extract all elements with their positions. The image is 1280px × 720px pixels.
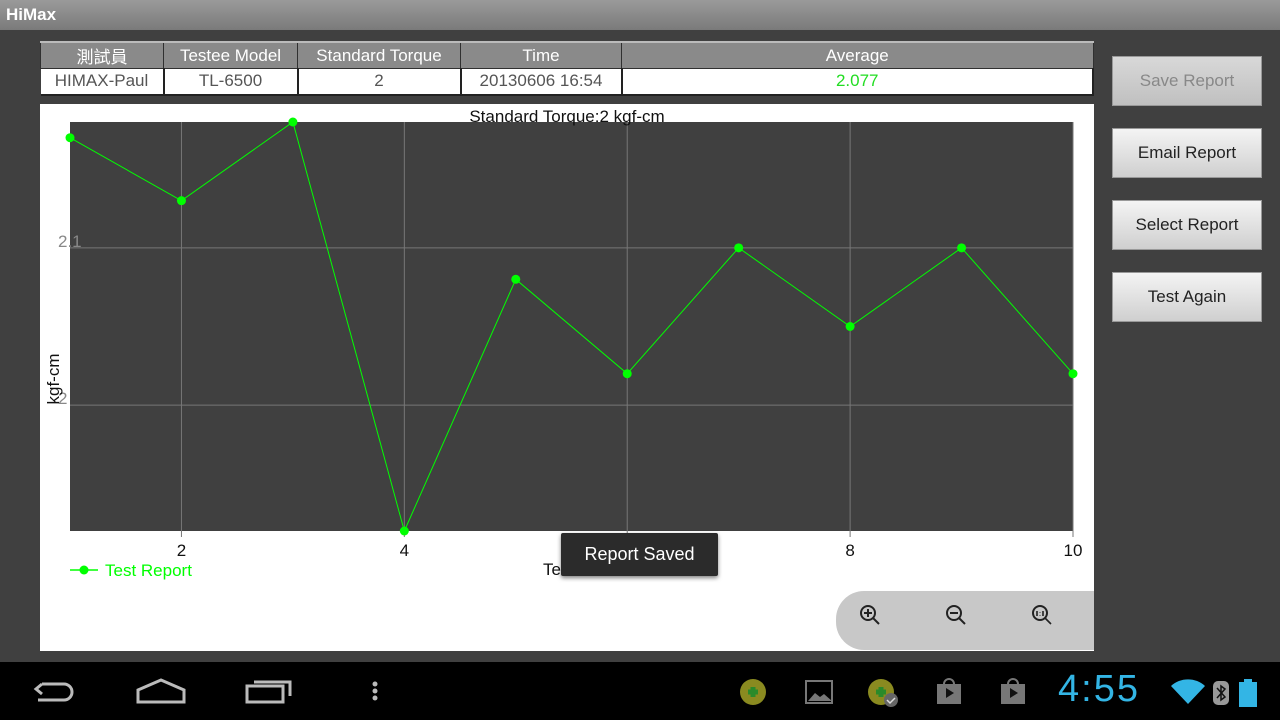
header-model: Testee Model [163, 41, 298, 69]
data-point [65, 133, 75, 143]
data-point [1068, 369, 1078, 379]
zoom-out-icon[interactable] [944, 603, 968, 627]
header-time: Time [460, 41, 622, 69]
data-point [622, 369, 632, 379]
home-icon[interactable] [135, 676, 187, 706]
data-point [957, 243, 967, 253]
data-point [399, 526, 409, 536]
x-axis-label: Te [543, 560, 561, 579]
data-point [511, 274, 521, 284]
email-report-button[interactable]: Email Report [1112, 128, 1262, 178]
data-point [176, 196, 186, 206]
y-axis-label: kgf-cm [44, 354, 63, 405]
cell-tester: HIMAX-Paul [40, 68, 165, 96]
data-point [845, 322, 855, 331]
zoom-controls [836, 591, 1094, 650]
cell-average: 2.077 [621, 68, 1094, 96]
y-tick-label: 2.1 [58, 232, 82, 251]
legend-marker [79, 565, 89, 575]
header-torque: Standard Torque [297, 41, 461, 69]
x-tick-label: 4 [400, 541, 409, 560]
zoom-reset-icon[interactable] [1030, 603, 1054, 627]
report-info-table: 測試員 Testee Model Standard Torque Time Av… [40, 41, 1094, 96]
menu-icon[interactable] [370, 676, 380, 706]
x-tick-label: 8 [845, 541, 854, 560]
chart-title: Standard Torque:2 kgf-cm [469, 107, 664, 126]
x-tick-label: 2 [177, 541, 186, 560]
app-title: HiMax [0, 0, 1280, 30]
cell-time: 20130606 16:54 [460, 68, 623, 96]
zoom-in-icon[interactable] [858, 603, 882, 627]
bluetooth-icon [1213, 681, 1229, 705]
image-notification-icon[interactable] [804, 679, 834, 705]
legend-label: Test Report [105, 561, 192, 580]
battery-icon [1239, 679, 1257, 707]
x-tick-label: 10 [1064, 541, 1083, 560]
recent-apps-icon[interactable] [244, 676, 294, 706]
wifi-icon [1171, 679, 1205, 704]
toast-message: Report Saved [561, 533, 718, 576]
select-report-button[interactable]: Select Report [1112, 200, 1262, 250]
status-clock: 4:55 [1058, 668, 1140, 710]
system-nav-bar: 4:55 [0, 662, 1280, 720]
cell-torque: 2 [297, 68, 462, 96]
data-point [288, 117, 298, 127]
header-average: Average [621, 41, 1094, 69]
data-point [734, 243, 744, 253]
play-store-icon-2[interactable] [998, 676, 1028, 706]
app-update-notification-icon[interactable] [866, 678, 900, 708]
play-store-icon[interactable] [934, 676, 964, 706]
test-again-button[interactable]: Test Again [1112, 272, 1262, 322]
app-notification-icon[interactable] [738, 678, 768, 706]
cell-model: TL-6500 [163, 68, 299, 96]
back-icon[interactable] [30, 676, 78, 706]
header-tester: 測試員 [40, 41, 164, 69]
save-report-button[interactable]: Save Report [1112, 56, 1262, 106]
